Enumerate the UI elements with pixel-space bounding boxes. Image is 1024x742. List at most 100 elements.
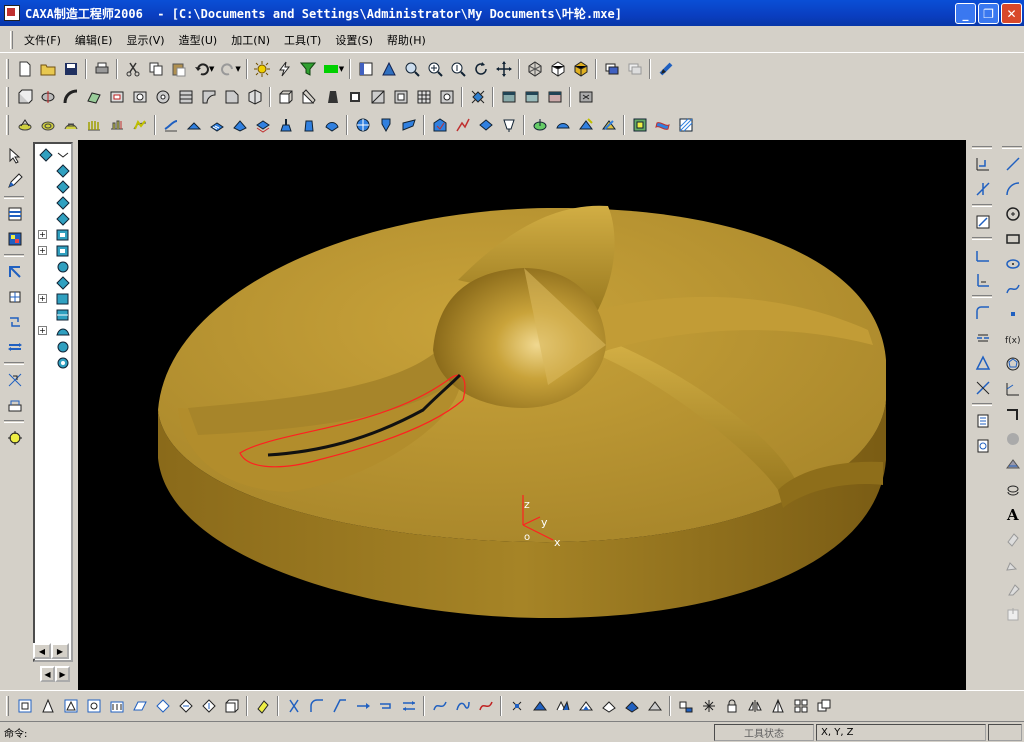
transform-array-icon[interactable] [574,695,597,717]
tree-collapse-icon[interactable] [55,147,69,161]
paint-disabled-icon[interactable] [1000,578,1024,600]
scan-line-icon[interactable] [82,114,105,136]
simulate-icon[interactable] [528,114,551,136]
pattern-linear-icon[interactable] [389,86,412,108]
view-top-icon[interactable] [59,695,82,717]
new-file-icon[interactable] [13,58,36,80]
help-pointer-icon[interactable] [654,58,677,80]
tool-library-icon[interactable] [628,114,651,136]
cut-icon[interactable] [121,58,144,80]
sketch-trim-icon[interactable] [282,695,305,717]
arc-icon[interactable] [1000,178,1024,200]
window-icon[interactable] [354,58,377,80]
chamfer-icon[interactable] [220,86,243,108]
blank3-icon[interactable] [543,86,566,108]
overlap-icon[interactable] [812,695,835,717]
redo-dropdown-icon[interactable]: ▼ [235,65,240,73]
filter-icon[interactable] [297,58,320,80]
toolbar-grip[interactable] [972,237,992,240]
loft-icon[interactable] [82,86,105,108]
menu-settings[interactable]: 设置(S) [328,32,380,48]
multi-axis-icon[interactable] [351,114,374,136]
text-icon[interactable]: A [1000,503,1024,525]
toolbar-grip[interactable] [972,403,992,406]
sweep-icon[interactable] [59,86,82,108]
formula-curve-icon[interactable]: f(x) [1000,328,1024,350]
expand-icon[interactable]: + [38,294,47,303]
plane-zx-icon[interactable] [174,695,197,717]
layer-icon[interactable] [600,58,623,80]
lock-icon[interactable] [720,695,743,717]
grid-icon[interactable] [789,695,812,717]
five-axis-icon[interactable] [397,114,420,136]
curve-trim-icon[interactable] [970,244,996,266]
hole-icon[interactable] [151,86,174,108]
triangle-icon[interactable] [766,695,789,717]
pan-icon[interactable] [492,58,515,80]
menu-help[interactable]: 帮助(H) [380,32,433,48]
finish-parametric-icon[interactable] [159,114,182,136]
clearance-icon[interactable] [497,114,520,136]
fillet-icon[interactable] [197,86,220,108]
analyze-icon[interactable] [697,695,720,717]
tree-row[interactable] [35,178,71,194]
toolbar-grip[interactable] [4,196,24,199]
view-side-icon[interactable] [82,695,105,717]
tree-row[interactable] [35,146,71,162]
mirror-transform-icon[interactable] [2,369,28,391]
finish-contour-icon[interactable] [182,114,205,136]
ellipse-icon[interactable] [1000,253,1024,275]
scale-icon[interactable] [2,394,28,416]
mirror-axis-icon[interactable] [743,695,766,717]
feature-tree[interactable]: + + + + [33,142,73,662]
expand-icon[interactable]: + [38,246,47,255]
line-icon[interactable] [1000,153,1024,175]
tree-row[interactable]: + [35,322,71,338]
finish-shallow-icon[interactable] [228,114,251,136]
undo-dropdown-icon[interactable]: ▼ [209,65,214,73]
curve-join-icon[interactable] [970,352,996,374]
four-axis-icon[interactable] [374,114,397,136]
zoom-in-icon[interactable] [423,58,446,80]
wedge-icon[interactable] [297,86,320,108]
toolbar-grip[interactable] [4,362,24,365]
revolve-icon[interactable] [36,86,59,108]
tree-scrollbar[interactable]: ◀ ▶ [33,643,73,661]
box-select-icon[interactable] [220,695,243,717]
tree-row[interactable] [35,306,71,322]
wireframe-icon[interactable] [523,58,546,80]
tree-row[interactable] [35,210,71,226]
tree-row[interactable] [35,354,71,370]
curve-fillet-icon[interactable] [970,302,996,324]
polygon-icon[interactable] [1000,353,1024,375]
view-cone-icon[interactable] [36,695,59,717]
dimension-icon[interactable] [1000,378,1024,400]
hidden-line-icon[interactable] [546,58,569,80]
curve-project-icon[interactable] [970,153,996,175]
rib-icon[interactable] [174,86,197,108]
spline-edit-icon[interactable] [428,695,451,717]
expand-icon[interactable]: + [38,230,47,239]
tree-row[interactable]: + [35,226,71,242]
tree-bottom-scrollbar[interactable]: ◀ ▶ [40,666,70,684]
select-arrow-icon[interactable] [2,145,28,167]
save-icon[interactable] [59,58,82,80]
circle-icon[interactable] [1000,203,1024,225]
paste-icon[interactable] [167,58,190,80]
menu-grip[interactable] [10,30,13,49]
cut-extrude-icon[interactable] [105,86,128,108]
curve-extend-icon[interactable] [970,269,996,291]
transform-shear-icon[interactable] [620,695,643,717]
minimize-button[interactable]: _ [955,3,976,24]
solid-box-icon[interactable] [343,86,366,108]
query-icon[interactable] [2,427,28,449]
extrude-icon[interactable] [13,86,36,108]
shaded-icon[interactable] [569,58,592,80]
tree-row[interactable]: + [35,242,71,258]
sketch-extend-icon[interactable] [351,695,374,717]
toolbar-grip[interactable] [4,254,24,257]
3d-viewport[interactable]: z y x o [78,140,966,690]
finish-parallel-icon[interactable] [205,114,228,136]
transform-rotate-icon[interactable] [528,695,551,717]
toolbar-grip[interactable] [6,695,9,716]
